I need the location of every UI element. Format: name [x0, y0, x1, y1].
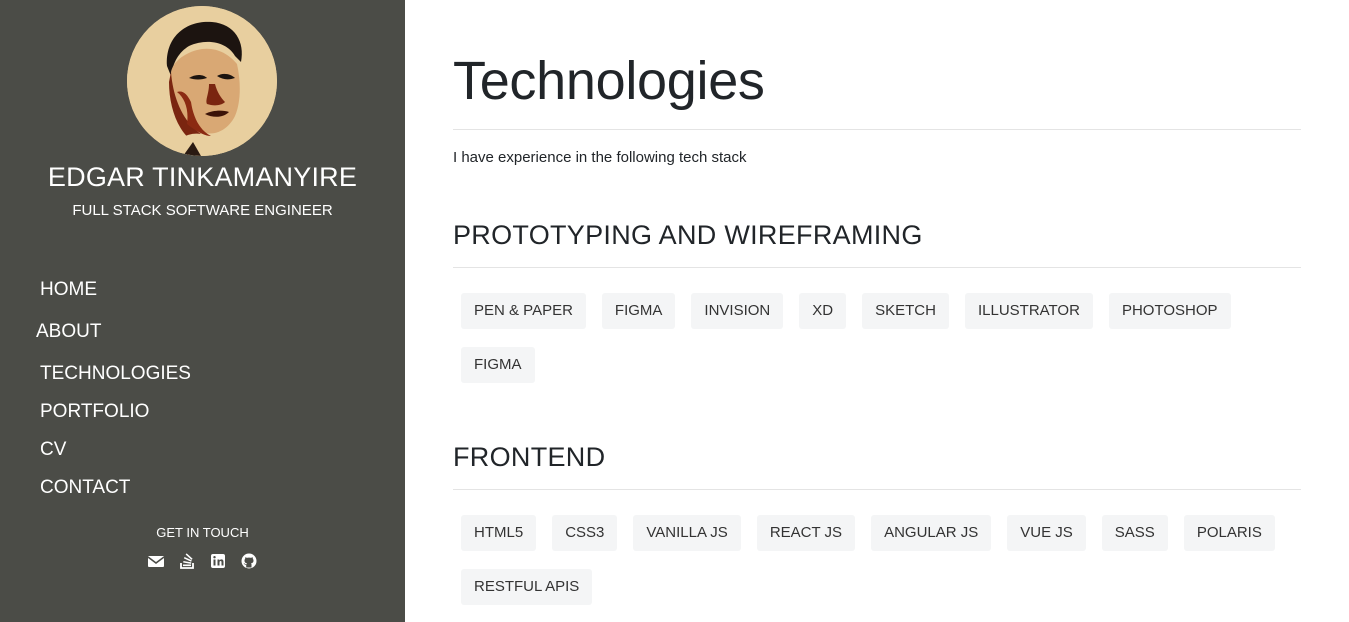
profile-name: EDGAR TINKAMANYIRE: [47, 162, 358, 192]
nav-item-home[interactable]: HOME: [40, 279, 97, 301]
tech-tag[interactable]: ANGULAR JS: [871, 515, 992, 551]
section-title-prototyping: PROTOTYPING AND WIREFRAMING: [453, 220, 923, 250]
intro-text: I have experience in the following tech …: [453, 149, 747, 166]
tech-tag[interactable]: FIGMA: [461, 347, 535, 383]
tag-list-prototyping: PEN & PAPER FIGMA INVISION XD SKETCH ILL…: [461, 293, 1301, 401]
tech-tag[interactable]: POLARIS: [1183, 515, 1275, 551]
linkedin-icon[interactable]: [209, 552, 227, 570]
avatar-portrait-image: [127, 6, 277, 156]
main-content: Technologies I have experience in the fo…: [453, 0, 1301, 622]
tech-tag[interactable]: HTML5: [461, 515, 537, 551]
tech-tag[interactable]: XD: [799, 293, 847, 329]
tech-tag[interactable]: RESTFUL APIS: [461, 569, 593, 605]
divider: [453, 489, 1301, 490]
nav-item-cv[interactable]: CV: [40, 439, 66, 461]
divider: [453, 267, 1301, 268]
tag-list-frontend: HTML5 CSS3 VANILLA JS REACT JS ANGULAR J…: [461, 515, 1301, 622]
tech-tag[interactable]: ILLUSTRATOR: [964, 293, 1093, 329]
tech-tag[interactable]: REACT JS: [756, 515, 856, 551]
tech-tag[interactable]: PEN & PAPER: [461, 293, 586, 329]
social-links: [147, 552, 259, 570]
page-title: Technologies: [453, 51, 765, 111]
tech-tag[interactable]: CSS3: [552, 515, 618, 551]
tech-tag[interactable]: SKETCH: [862, 293, 949, 329]
tech-tag[interactable]: VUE JS: [1007, 515, 1086, 551]
envelope-icon[interactable]: [147, 552, 165, 570]
profile-role: FULL STACK SOFTWARE ENGINEER: [72, 202, 333, 219]
tech-tag[interactable]: FIGMA: [601, 293, 676, 329]
tech-tag[interactable]: VANILLA JS: [633, 515, 741, 551]
divider: [453, 129, 1301, 130]
section-title-frontend: FRONTEND: [453, 442, 606, 472]
tech-tag[interactable]: PHOTOSHOP: [1108, 293, 1231, 329]
nav-item-portfolio[interactable]: PORTFOLIO: [40, 401, 149, 423]
sidebar: EDGAR TINKAMANYIRE FULL STACK SOFTWARE E…: [0, 0, 405, 622]
nav-item-about[interactable]: ABOUT: [36, 321, 101, 343]
tech-tag[interactable]: SASS: [1101, 515, 1168, 551]
tech-tag[interactable]: INVISION: [691, 293, 784, 329]
get-in-touch-label: GET IN TOUCH: [156, 525, 249, 540]
stack-overflow-icon[interactable]: [178, 552, 196, 570]
github-icon[interactable]: [240, 552, 258, 570]
avatar: [127, 6, 277, 156]
nav-item-contact[interactable]: CONTACT: [40, 477, 130, 499]
nav-item-technologies[interactable]: TECHNOLOGIES: [40, 363, 191, 385]
